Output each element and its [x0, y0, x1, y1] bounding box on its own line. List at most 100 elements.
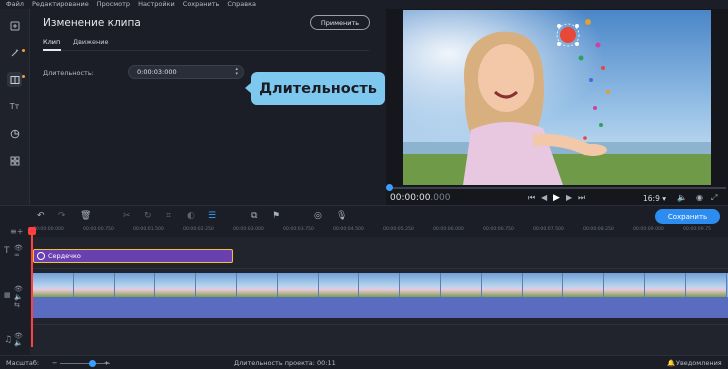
webcam-icon[interactable]: ◎ [314, 211, 322, 221]
step-back-icon[interactable]: ◀ [541, 193, 547, 202]
video-thumbnails [33, 273, 728, 297]
color-adjust-icon[interactable]: ◐ [187, 211, 195, 221]
cut-icon[interactable]: ✂ [123, 211, 131, 221]
playhead[interactable] [31, 227, 33, 347]
zoom-out-icon[interactable]: − [52, 359, 57, 367]
video-track-icon: ▦ [4, 291, 11, 299]
more-tools-icon[interactable] [7, 153, 22, 168]
video-clip[interactable] [33, 273, 728, 318]
notifications-link[interactable]: Уведомления [676, 359, 722, 367]
ruler-tick: 00:00:04.500 [333, 227, 364, 232]
clip-editor-icon[interactable] [7, 72, 22, 87]
titles-icon[interactable]: Tт [7, 99, 22, 114]
notifications-icon[interactable]: 🔔 [667, 359, 675, 367]
marker-icon[interactable]: ⚑ [272, 211, 280, 221]
panel-title: Изменение клипа [43, 17, 141, 29]
clip-audio-waveform [33, 297, 728, 318]
video-preview [403, 10, 711, 185]
preview-scrubber[interactable] [388, 187, 726, 189]
tab-underline [43, 49, 61, 51]
rotate-icon[interactable]: ↻ [144, 211, 152, 221]
snapshot-icon[interactable]: ◉ [696, 193, 703, 202]
mute-icon[interactable]: 🔈 [14, 339, 23, 347]
stickers-icon[interactable] [7, 126, 22, 141]
project-duration: Длительность проекта: 00:11 [234, 359, 336, 367]
playhead-handle[interactable] [28, 227, 36, 235]
duration-label: Длительность: [43, 69, 94, 77]
ruler-tick: 00:00:02.250 [183, 227, 214, 232]
apply-button[interactable]: Применить [310, 15, 370, 30]
scrubber-handle[interactable] [386, 184, 393, 191]
track-divider [30, 268, 728, 269]
ruler-tick: 00:00:07.500 [533, 227, 564, 232]
ruler-tick: 00:00:09.000 [633, 227, 664, 232]
magic-wand-icon[interactable] [7, 45, 22, 60]
mute-icon[interactable]: 🔈 [14, 293, 23, 301]
clip-properties-icon[interactable]: ☰ [208, 211, 216, 221]
link-icon[interactable]: ⇆ [14, 301, 20, 309]
microphone-icon[interactable]: 🎙 [336, 211, 347, 221]
add-track-icon[interactable]: ≡+ [10, 227, 23, 236]
clip-editor-panel: Изменение клипа Применить Клип Движение … [31, 9, 386, 205]
menu-bar: Файл Редактирование Просмотр Настройки С… [0, 0, 728, 9]
fullscreen-icon[interactable]: ⤢ [711, 193, 717, 203]
menu-help[interactable]: Справка [227, 0, 256, 9]
duration-stepper[interactable]: ▴ ▾ [235, 67, 238, 77]
visibility-icon[interactable]: 👁 [14, 285, 23, 293]
panel-tabs: Клип Движение [43, 37, 369, 51]
preview-frame-image [403, 10, 711, 185]
music-track-icon: ♫ [4, 335, 13, 345]
ruler-tick: 00:00:06.750 [483, 227, 514, 232]
video-editor-window: Файл Редактирование Просмотр Настройки С… [0, 0, 728, 369]
overlay-icon[interactable]: ⧉ [251, 211, 257, 221]
duration-value: 0:00:03:000 [137, 68, 177, 76]
save-button[interactable]: Сохранить [655, 209, 720, 224]
ruler-tick: 00:00:03.750 [283, 227, 314, 232]
ruler-tick: 00:00:00.750 [83, 227, 114, 232]
redo-icon[interactable]: ↷ [58, 211, 66, 221]
menu-export[interactable]: Сохранить [183, 0, 220, 9]
link-icon[interactable]: ∞ [14, 251, 20, 259]
ruler-tick: 00:00:06.000 [433, 227, 464, 232]
zoom-slider[interactable] [60, 363, 110, 364]
duration-callout: Длительность [251, 72, 385, 105]
timeline-toolbar: ↶ ↷ 🗑 ✂ ↻ ⌗ ◐ ☰ ⧉ ⚑ ◎ 🎙 [0, 205, 728, 227]
zoom-in-icon[interactable]: + [104, 359, 109, 367]
crop-icon[interactable]: ⌗ [166, 211, 171, 221]
ruler-tick: 00:00:00.000 [33, 227, 64, 232]
title-clip[interactable]: Сердечко [33, 249, 233, 263]
ruler-tick: 00:00:08.250 [583, 227, 614, 232]
track-divider [30, 324, 728, 325]
tool-strip: Tт [0, 9, 30, 205]
ruler-tick: 00:00:09.75 [683, 227, 711, 232]
play-icon[interactable]: ▶ [553, 193, 560, 203]
undo-icon[interactable]: ↶ [37, 211, 45, 221]
volume-icon[interactable]: 🔈 [677, 193, 687, 202]
ruler-tick: 00:00:05.250 [383, 227, 414, 232]
import-icon[interactable] [7, 18, 22, 33]
zoom-slider-handle[interactable] [89, 360, 96, 367]
status-bar: Масштаб: − + Длительность проекта: 00:11… [0, 355, 728, 369]
delete-icon[interactable]: 🗑 [80, 211, 91, 221]
zoom-label: Масштаб: [6, 359, 40, 367]
skip-start-icon[interactable]: ⏮ [528, 193, 535, 203]
preview-panel [386, 9, 728, 205]
menu-view[interactable]: Просмотр [97, 0, 130, 9]
ruler-tick: 00:00:01.500 [133, 227, 164, 232]
menu-settings[interactable]: Настройки [138, 0, 175, 9]
timeline-ruler[interactable]: 00:00:00.000 00:00:00.750 00:00:01.500 0… [30, 227, 728, 237]
tab-clip[interactable]: Клип [43, 37, 60, 47]
aspect-ratio-select[interactable]: 16:9 ▾ [643, 194, 666, 203]
sticker-icon [37, 252, 45, 260]
step-forward-icon[interactable]: ▶ [566, 193, 572, 202]
duration-field[interactable]: 0:00:03:000 ▴ ▾ [128, 65, 244, 79]
preview-timecode: 00:00:00.000 [390, 193, 451, 203]
title-clip-label: Сердечко [48, 252, 81, 260]
menu-edit[interactable]: Редактирование [32, 0, 89, 9]
title-track-icon: T [4, 246, 10, 256]
ruler-tick: 00:00:03.000 [233, 227, 264, 232]
track-headers: ≡+ T 👁 ∞ ▦ 👁 🔈 ⇆ ♫ 👁 🔈 [0, 227, 30, 355]
menu-file[interactable]: Файл [6, 0, 24, 9]
tab-motion[interactable]: Движение [73, 37, 108, 47]
skip-end-icon[interactable]: ⏭ [578, 193, 585, 203]
